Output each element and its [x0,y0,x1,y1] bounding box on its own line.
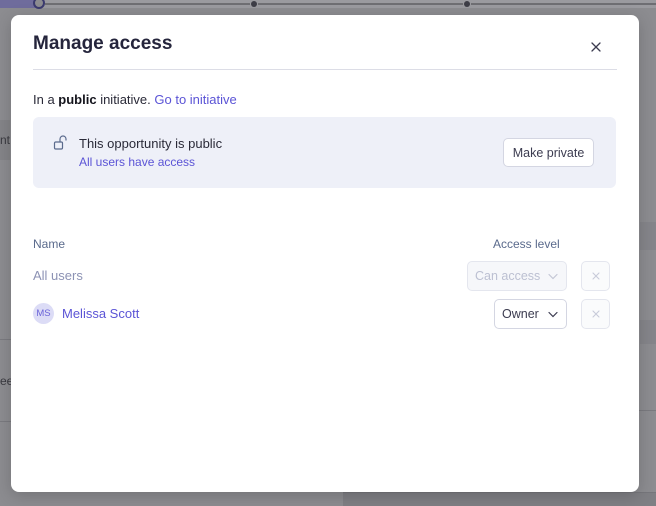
initiative-context: In a public initiative. Go to initiative [33,92,237,107]
public-notice: This opportunity is public All users hav… [33,117,616,188]
access-level-value: Owner [502,307,539,321]
background-side-band [640,222,656,250]
remove-access-button [581,299,610,329]
member-name[interactable]: Melissa Scott [62,306,139,321]
unlock-icon [53,135,67,150]
manage-access-dialog: Manage access In a public initiative. Go… [11,15,639,492]
background-footer [343,492,656,506]
chevron-down-icon [548,273,558,280]
close-icon [591,42,601,52]
context-visibility: public [58,92,97,107]
remove-icon [591,272,600,280]
access-level-select: Can access [467,261,567,291]
background-step-dot [464,1,470,7]
public-notice-title: This opportunity is public [79,136,223,151]
context-prefix: In a [33,92,59,107]
chevron-down-icon [548,311,558,318]
member-name: All users [33,268,83,283]
access-level-select[interactable]: Owner [494,299,567,329]
background-text: nt [0,133,11,147]
column-header-access-level: Access level [493,237,560,251]
remove-access-button [581,261,610,291]
access-level-value: Can access [475,269,541,283]
remove-icon [591,310,600,318]
background-side-band [640,320,656,344]
background-divider [639,410,656,411]
avatar: MS [33,303,54,324]
background-step-line [471,3,656,5]
dialog-title: Manage access [33,33,173,54]
background-step-dot [251,1,257,7]
background-divider [0,421,11,422]
close-button[interactable] [585,36,607,58]
background-step-line [45,3,250,5]
context-suffix: initiative. [96,92,155,107]
go-to-initiative-link[interactable]: Go to initiative [154,92,236,107]
header-divider [33,69,617,70]
make-private-button[interactable]: Make private [503,138,594,167]
background-step-line [258,3,463,5]
public-notice-subtitle: All users have access [79,155,196,169]
column-header-name: Name [33,237,66,251]
background-divider [0,339,11,340]
